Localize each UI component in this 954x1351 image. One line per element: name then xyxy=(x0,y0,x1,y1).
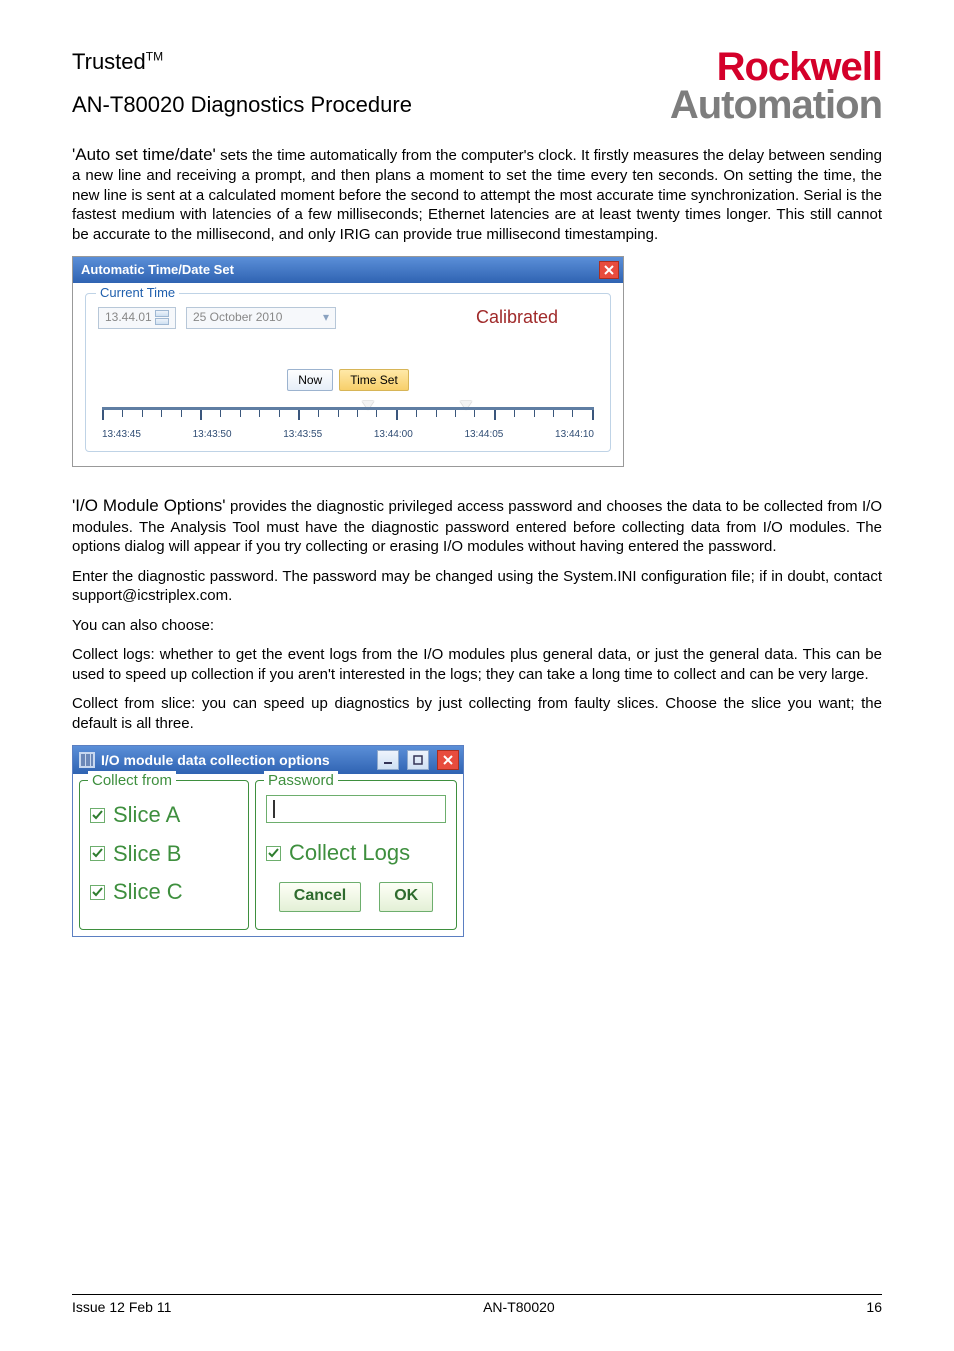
footer-left: Issue 12 Feb 11 xyxy=(72,1299,171,1315)
collect-from-legend: Collect from xyxy=(88,771,176,791)
footer-right: 16 xyxy=(866,1299,882,1315)
tick-label: 13:44:00 xyxy=(374,428,465,441)
cancel-button[interactable]: Cancel xyxy=(279,882,361,912)
spinner-buttons[interactable] xyxy=(155,310,169,325)
maximize-button[interactable] xyxy=(407,750,429,770)
ok-button[interactable]: OK xyxy=(379,882,433,912)
checkbox-icon xyxy=(90,808,105,823)
rockwell-logo: Rockwell Automation xyxy=(670,48,882,124)
checkbox-icon xyxy=(90,846,105,861)
collect-slice-paragraph: Collect from slice: you can speed up dia… xyxy=(72,694,882,733)
text-caret-icon xyxy=(273,800,275,818)
brand-tm: TM xyxy=(146,50,163,64)
time-value: 13.44.01 xyxy=(105,310,152,326)
checkbox-icon xyxy=(266,846,281,861)
current-time-group: Current Time 13.44.01 25 October 2010 ▾ … xyxy=(85,293,611,452)
logo-bottom: Automation xyxy=(670,86,882,124)
page-header: TrustedTM AN-T80020 Diagnostics Procedur… xyxy=(72,48,882,124)
minimize-button[interactable] xyxy=(377,750,399,770)
checkbox-icon xyxy=(90,885,105,900)
brand-name: Trusted xyxy=(72,49,146,74)
timeline: 13:43:45 13:43:50 13:43:55 13:44:00 13:4… xyxy=(102,399,594,441)
auto-time-date-dialog: Automatic Time/Date Set Current Time 13.… xyxy=(72,256,624,467)
tick-label: 13:44:05 xyxy=(464,428,555,441)
slice-a-label: Slice A xyxy=(113,801,180,830)
slice-b-checkbox-row[interactable]: Slice B xyxy=(90,840,238,869)
chevron-down-icon: ▾ xyxy=(323,310,329,326)
io-dialog-title: I/O module data collection options xyxy=(101,751,330,769)
logo-top: Rockwell xyxy=(670,48,882,86)
io-options-paragraph: 'I/O Module Options' provides the diagno… xyxy=(72,495,882,556)
collect-logs-label: Collect Logs xyxy=(289,839,410,868)
date-value: 25 October 2010 xyxy=(193,310,282,326)
footer-center: AN-T80020 xyxy=(483,1299,555,1315)
ok-label: OK xyxy=(394,886,418,907)
password-paragraph: Enter the diagnostic password. The passw… xyxy=(72,567,882,606)
tick-label: 13:43:45 xyxy=(102,428,193,441)
io-close-button[interactable] xyxy=(437,750,459,770)
io-options-dialog: I/O module data collection options Colle… xyxy=(72,745,464,937)
now-button[interactable]: Now xyxy=(287,369,333,391)
io-dialog-titlebar[interactable]: I/O module data collection options xyxy=(73,746,463,774)
tick-label: 13:43:50 xyxy=(193,428,284,441)
collect-from-group: Collect from Slice A Slice B Slice C xyxy=(79,780,249,930)
time-set-button-label: Time Set xyxy=(350,373,398,389)
collect-logs-checkbox-row[interactable]: Collect Logs xyxy=(266,839,446,868)
slice-c-checkbox-row[interactable]: Slice C xyxy=(90,878,238,907)
dialog-titlebar[interactable]: Automatic Time/Date Set xyxy=(73,257,623,283)
slice-b-label: Slice B xyxy=(113,840,181,869)
slice-a-checkbox-row[interactable]: Slice A xyxy=(90,801,238,830)
choose-paragraph: You can also choose: xyxy=(72,616,882,636)
close-icon xyxy=(604,265,614,275)
maximize-icon xyxy=(413,755,423,765)
time-set-button[interactable]: Time Set xyxy=(339,369,409,391)
tick-label: 13:44:10 xyxy=(555,428,594,441)
app-icon xyxy=(79,752,95,768)
auto-set-paragraph: 'Auto set time/date' sets the time autom… xyxy=(72,144,882,244)
tick-label: 13:43:55 xyxy=(283,428,374,441)
close-button[interactable] xyxy=(599,261,619,279)
collect-logs-paragraph: Collect logs: whether to get the event l… xyxy=(72,645,882,684)
io-options-heading: 'I/O Module Options' xyxy=(72,496,226,515)
page-footer: Issue 12 Feb 11 AN-T80020 16 xyxy=(72,1294,882,1315)
password-group: Password Collect Logs Cancel OK xyxy=(255,780,457,930)
date-picker[interactable]: 25 October 2010 ▾ xyxy=(186,307,336,329)
calibrated-label: Calibrated xyxy=(476,306,598,329)
slice-c-label: Slice C xyxy=(113,878,183,907)
password-legend: Password xyxy=(264,771,338,791)
password-input[interactable] xyxy=(266,795,446,823)
cancel-label: Cancel xyxy=(294,886,346,907)
timeline-labels: 13:43:45 13:43:50 13:43:55 13:44:00 13:4… xyxy=(102,428,594,441)
time-spinner[interactable]: 13.44.01 xyxy=(98,307,176,329)
dialog-title: Automatic Time/Date Set xyxy=(81,262,234,279)
close-icon xyxy=(443,755,453,765)
doc-subtitle: AN-T80020 Diagnostics Procedure xyxy=(72,91,412,120)
current-time-legend: Current Time xyxy=(96,285,179,302)
timeline-ticks xyxy=(102,410,594,420)
collect-logs-text: Collect logs: whether to get the event l… xyxy=(72,646,882,683)
auto-set-heading: 'Auto set time/date' xyxy=(72,145,216,164)
now-button-label: Now xyxy=(298,373,322,389)
collect-slice-text: Collect from slice: you can speed up dia… xyxy=(72,695,882,732)
brand-line: TrustedTM xyxy=(72,48,412,77)
minimize-icon xyxy=(383,755,393,765)
